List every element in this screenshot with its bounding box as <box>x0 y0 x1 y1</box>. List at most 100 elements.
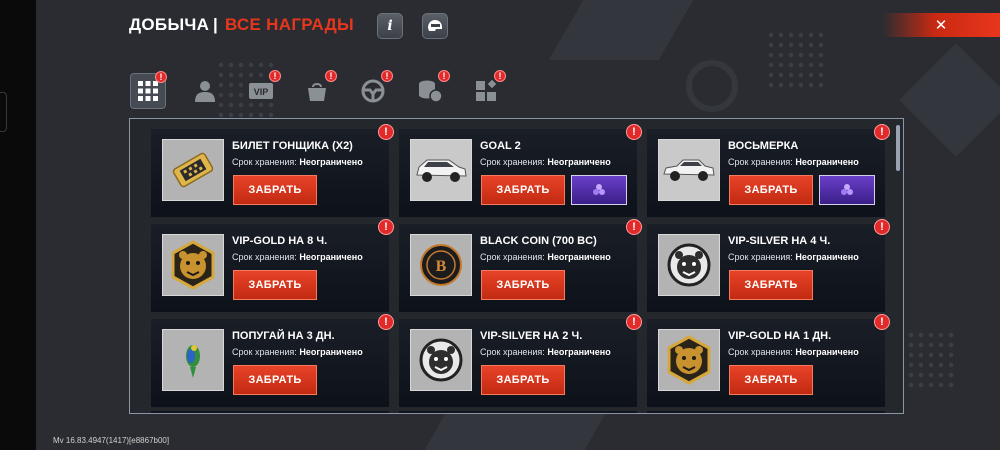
tab-profile[interactable] <box>187 73 223 109</box>
alert-badge: ! <box>626 124 642 140</box>
tab-wheel[interactable]: ! <box>355 70 393 109</box>
bg-decoration <box>896 330 956 390</box>
alert-badge: ! <box>378 314 394 330</box>
alert-badge: ! <box>874 124 890 140</box>
reward-image <box>658 329 720 391</box>
reward-card: VIP-GOLD НА 1 ДН. Срок хранения: Неогран… <box>647 314 890 407</box>
version-label: Mv 16.83.4947(1417)[e8867b00] <box>53 436 170 445</box>
bg-decoration <box>548 0 694 60</box>
reward-card-peek <box>151 411 389 413</box>
claim-button[interactable]: ЗАБРАТЬ <box>233 270 317 300</box>
crystal-icon <box>841 184 853 195</box>
tab-blocks[interactable]: ! <box>468 70 506 109</box>
reward-image: B <box>410 234 472 296</box>
reward-card: VIP-SILVER НА 2 Ч. Срок хранения: Неогра… <box>399 314 642 407</box>
reward-card: ПОПУГАЙ НА 3 ДН. Срок хранения: Неограни… <box>151 314 394 407</box>
black-coin-icon: B <box>420 244 462 286</box>
reward-name: BLACK COIN (700 BC) <box>480 235 597 247</box>
tab-coins[interactable]: ! <box>412 70 450 109</box>
reward-name: ВОСЬМЕРКА <box>728 140 799 152</box>
storage-info: Срок хранения: Неограничено <box>232 157 363 167</box>
steering-wheel-icon <box>361 79 385 103</box>
silver-bear-icon <box>419 338 463 382</box>
reward-image <box>658 139 720 201</box>
reward-card: БИЛЕТ ГОНЩИКА (X2) Срок хранения: Неогра… <box>151 124 394 217</box>
storage-info: Срок хранения: Неограничено <box>232 252 363 262</box>
reward-card: VIP-SILVER НА 4 Ч. Срок хранения: Неогра… <box>647 219 890 312</box>
claim-button[interactable]: ЗАБРАТЬ <box>481 365 565 395</box>
svg-text:VIP: VIP <box>254 87 269 97</box>
info-button[interactable]: i <box>377 13 403 39</box>
claim-button[interactable]: ЗАБРАТЬ <box>729 270 813 300</box>
storage-info: Срок хранения: Неограничено <box>232 347 363 357</box>
tab-bag[interactable]: ! <box>299 70 337 109</box>
gold-bear-icon <box>667 335 711 385</box>
alert-badge: ! <box>494 70 506 82</box>
reward-image <box>162 139 224 201</box>
alert-badge: ! <box>874 219 890 235</box>
reward-card: ВОСЬМЕРКА Срок хранения: Неограничено ЗА… <box>647 124 890 217</box>
alert-badge: ! <box>626 219 642 235</box>
vip-icon: VIP <box>249 83 273 99</box>
reward-name: VIP-SILVER НА 4 Ч. <box>728 235 831 247</box>
claim-button[interactable]: ЗАБРАТЬ <box>481 270 565 300</box>
alert-badge: ! <box>626 314 642 330</box>
storage-info: Срок хранения: Неограничено <box>728 347 859 357</box>
storage-info: Срок хранения: Неограничено <box>728 252 859 262</box>
claim-button[interactable]: ЗАБРАТЬ <box>729 365 813 395</box>
reward-card: VIP-GOLD НА 8 Ч. Срок хранения: Неограни… <box>151 219 394 312</box>
reward-name: VIP-GOLD НА 1 ДН. <box>728 330 832 342</box>
title-separator: | <box>213 15 218 34</box>
blocks-icon <box>476 80 497 101</box>
helmet-icon <box>428 20 442 31</box>
car-icon <box>663 159 715 181</box>
ticket-icon <box>172 152 214 188</box>
alert-badge: ! <box>325 70 337 82</box>
alert-badge: ! <box>155 71 167 83</box>
reward-name: GOAL 2 <box>480 140 521 152</box>
parrot-icon <box>186 345 200 378</box>
info-icon: i <box>387 18 393 34</box>
bag-icon <box>308 83 326 101</box>
scrollbar[interactable] <box>896 125 900 171</box>
reward-image <box>162 234 224 296</box>
reward-card: GOAL 2 Срок хранения: Неограничено ЗАБРА… <box>399 124 642 217</box>
bg-decoration <box>899 43 1000 157</box>
bonus-item-button[interactable] <box>571 175 627 205</box>
bonus-item-button[interactable] <box>819 175 875 205</box>
silver-bear-icon <box>667 243 711 287</box>
bg-decoration <box>424 410 608 450</box>
reward-image <box>410 139 472 201</box>
reward-image <box>162 329 224 391</box>
claim-button[interactable]: ЗАБРАТЬ <box>233 175 317 205</box>
left-device-strip <box>0 0 36 450</box>
reward-card-peek <box>647 411 885 413</box>
grid-icon <box>138 81 158 101</box>
bg-decoration <box>686 60 738 112</box>
reward-image <box>410 329 472 391</box>
claim-button[interactable]: ЗАБРАТЬ <box>233 365 317 395</box>
reward-name: БИЛЕТ ГОНЩИКА (X2) <box>232 140 353 152</box>
reward-card-peek <box>399 411 637 413</box>
alert-badge: ! <box>378 124 394 140</box>
helmet-button[interactable] <box>422 13 448 39</box>
alert-badge: ! <box>874 314 890 330</box>
tab-vip[interactable]: VIP ! <box>243 70 281 109</box>
claim-button[interactable]: ЗАБРАТЬ <box>729 175 813 205</box>
storage-info: Срок хранения: Неограничено <box>480 157 611 167</box>
car-icon <box>416 159 467 182</box>
side-handle[interactable] <box>0 92 7 132</box>
reward-name: VIP-GOLD НА 8 Ч. <box>232 235 328 247</box>
rewards-panel[interactable]: БИЛЕТ ГОНЩИКА (X2) Срок хранения: Неогра… <box>129 118 904 414</box>
tab-all[interactable]: ! <box>130 71 167 109</box>
reward-name: VIP-SILVER НА 2 Ч. <box>480 330 583 342</box>
reward-name: ПОПУГАЙ НА 3 ДН. <box>232 330 335 342</box>
page-title: ДОБЫЧА <box>129 15 210 34</box>
storage-info: Срок хранения: Неограничено <box>480 347 611 357</box>
storage-info: Срок хранения: Неограничено <box>728 157 859 167</box>
coins-icon <box>419 80 443 103</box>
close-button[interactable]: ✕ <box>929 13 953 37</box>
reward-image <box>658 234 720 296</box>
claim-button[interactable]: ЗАБРАТЬ <box>481 175 565 205</box>
alert-badge: ! <box>269 70 281 82</box>
